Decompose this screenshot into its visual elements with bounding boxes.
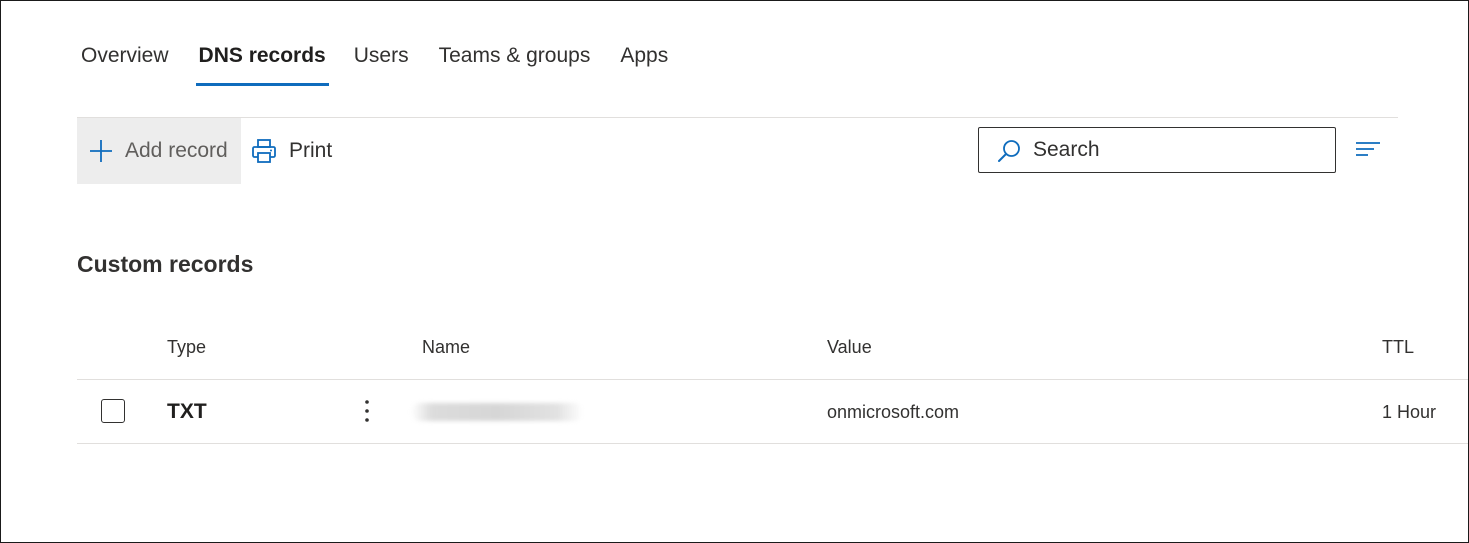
column-header-ttl[interactable]: TTL (1382, 337, 1414, 358)
tab-bar: Overview DNS records Users Teams & group… (81, 37, 668, 87)
add-record-label: Add record (125, 139, 228, 162)
tab-teams-groups[interactable]: Teams & groups (439, 37, 591, 75)
print-button[interactable]: Print (251, 131, 332, 171)
add-record-button[interactable]: Add record (77, 118, 241, 184)
dns-records-page: Overview DNS records Users Teams & group… (0, 0, 1469, 543)
row-checkbox[interactable] (101, 399, 125, 423)
redacted-name (411, 403, 583, 421)
tabs-divider (77, 117, 1398, 118)
search-icon (998, 140, 1020, 162)
search-input[interactable] (1033, 136, 1323, 164)
print-label: Print (289, 139, 333, 162)
column-header-type[interactable]: Type (167, 337, 206, 358)
search-box (978, 127, 1336, 173)
printer-icon (252, 139, 276, 163)
column-header-value[interactable]: Value (827, 337, 872, 358)
more-vertical-icon[interactable] (357, 398, 377, 424)
row-value: onmicrosoft.com (827, 402, 960, 422)
header-divider (77, 379, 1468, 380)
tab-dns-records[interactable]: DNS records (195, 37, 329, 86)
row-type: TXT (167, 400, 207, 423)
column-header-name[interactable]: Name (422, 337, 470, 358)
row-ttl: 1 Hour (1382, 402, 1437, 422)
row-divider (77, 443, 1468, 444)
tab-overview[interactable]: Overview (81, 37, 169, 75)
filter-icon[interactable] (1354, 139, 1382, 161)
plus-icon (90, 140, 112, 162)
tab-users[interactable]: Users (354, 37, 409, 75)
tab-apps[interactable]: Apps (620, 37, 668, 75)
section-title: Custom records (77, 251, 254, 277)
